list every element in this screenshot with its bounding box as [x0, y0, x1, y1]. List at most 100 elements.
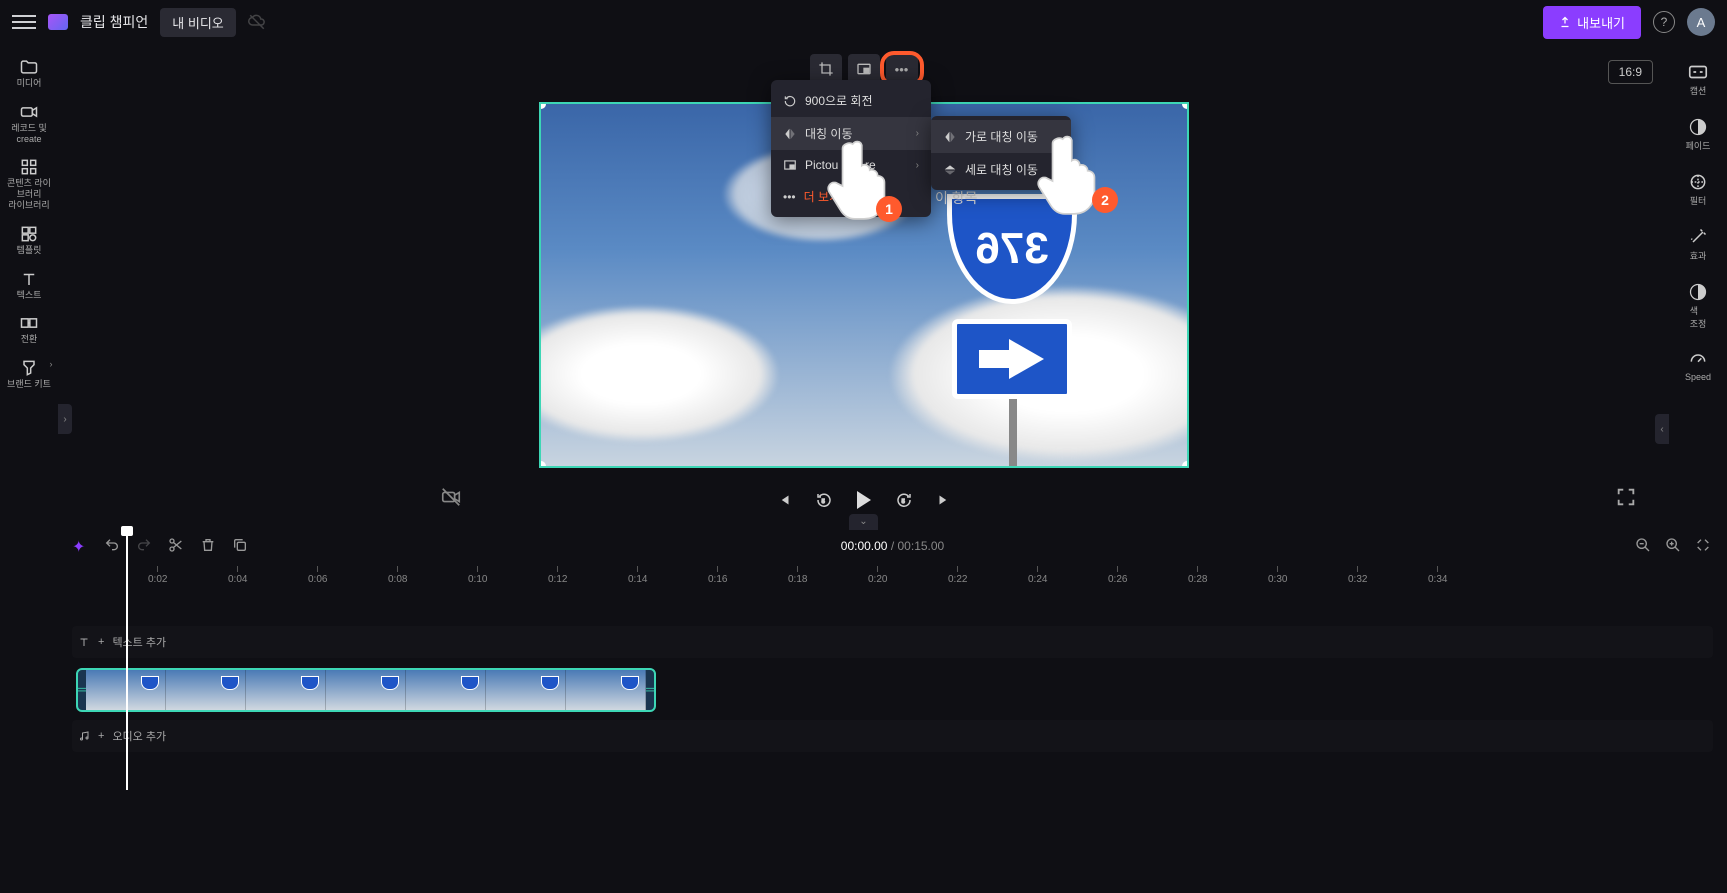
sidebar-item-record[interactable]: 레코드 및 create: [5, 97, 53, 151]
ruler-tick: 0:28: [1188, 566, 1207, 585]
clip-handle-left[interactable]: ||: [78, 687, 86, 692]
app-logo: [48, 14, 68, 30]
ai-sparkle-button[interactable]: ✦: [72, 537, 90, 555]
ruler-tick: 0:16: [708, 566, 727, 585]
flip-vertical-icon: [943, 163, 957, 177]
chevron-right-icon: ›: [916, 128, 919, 139]
clip-thumbnail: [326, 670, 406, 710]
rightbar-item-filter[interactable]: 필터: [1674, 164, 1722, 215]
tutorial-hand-2: 2: [1030, 130, 1100, 215]
selection-handle[interactable]: [539, 461, 546, 468]
library-icon: [18, 158, 40, 176]
redo-button[interactable]: [136, 537, 154, 555]
ruler-tick: 0:02: [148, 566, 167, 585]
clip-thumbnail: [566, 670, 646, 710]
group-label-text: 이 항목: [935, 188, 978, 208]
grid-icon: [18, 225, 40, 243]
wand-icon: [1687, 227, 1709, 247]
folder-icon: [18, 58, 40, 76]
skip-prev-button[interactable]: [773, 489, 795, 511]
my-video-button[interactable]: 내 비디오: [160, 8, 235, 37]
timeline-ruler[interactable]: 0:020:040:060:080:100:120:140:160:180:20…: [58, 562, 1727, 586]
duplicate-button[interactable]: [232, 537, 250, 555]
rightbar-item-fade[interactable]: 페이드: [1674, 109, 1722, 160]
svg-text:5: 5: [901, 499, 904, 505]
aspect-ratio-badge[interactable]: 16:9: [1608, 60, 1653, 84]
filter-icon: [1687, 172, 1709, 192]
split-button[interactable]: [168, 537, 186, 555]
cloud-sync-off-icon: [248, 13, 266, 31]
ruler-tick: 0:08: [388, 566, 407, 585]
ruler-tick: 0:12: [548, 566, 567, 585]
captions-icon: [1687, 62, 1709, 82]
ellipsis-icon: •••: [783, 190, 796, 204]
sidebar-item-text[interactable]: 텍스트: [5, 264, 53, 307]
rightbar-item-effects[interactable]: 효과: [1674, 219, 1722, 270]
ruler-tick: 0:20: [868, 566, 887, 585]
sidebar-item-templates[interactable]: 템플릿: [5, 219, 53, 262]
avatar[interactable]: A: [1687, 8, 1715, 36]
video-clip[interactable]: || ||: [76, 668, 656, 712]
flip-horizontal-icon: [943, 130, 957, 144]
selection-handle[interactable]: [1182, 102, 1189, 109]
ruler-tick: 0:14: [628, 566, 647, 585]
text-track[interactable]: + 텍스트 추가: [72, 626, 1713, 658]
app-title: 클립 챔피언: [80, 12, 148, 32]
text-icon: [18, 270, 40, 288]
play-button[interactable]: [853, 489, 875, 511]
export-button[interactable]: 내보내기: [1543, 6, 1641, 39]
rewind-button[interactable]: 5: [813, 489, 835, 511]
rightbar-item-captions[interactable]: 캡션: [1674, 54, 1722, 105]
text-icon: [78, 636, 90, 648]
delete-button[interactable]: [200, 537, 218, 555]
menu-item-rotate[interactable]: 900으로 회전: [771, 84, 931, 117]
ruler-tick: 0:26: [1108, 566, 1127, 585]
ruler-tick: 0:30: [1268, 566, 1287, 585]
sidebar-item-content-library[interactable]: 콘텐츠 라이브러리 라이브러리: [5, 152, 53, 216]
selection-handle[interactable]: [539, 102, 546, 109]
clip-thumbnail: [406, 670, 486, 710]
arrow-sign: [952, 319, 1072, 399]
forward-button[interactable]: 5: [893, 489, 915, 511]
rightbar-item-color[interactable]: 색 조정: [1674, 274, 1722, 338]
zoom-out-button[interactable]: [1635, 537, 1653, 555]
speedometer-icon: [1687, 350, 1709, 370]
selection-handle[interactable]: [1182, 461, 1189, 468]
svg-text:5: 5: [821, 499, 824, 505]
undo-button[interactable]: [104, 537, 122, 555]
ellipsis-icon: •••: [895, 62, 909, 77]
timeline-timestamp: 00:00.00 / 00:15.00: [841, 539, 944, 553]
transitions-icon: [18, 314, 40, 332]
ruler-tick: 0:06: [308, 566, 327, 585]
audio-track[interactable]: + 오디오 추가: [72, 720, 1713, 752]
ruler-tick: 0:34: [1428, 566, 1447, 585]
brandkit-icon: [18, 359, 40, 377]
music-icon: [78, 730, 90, 742]
zoom-fit-button[interactable]: [1695, 537, 1713, 555]
help-icon[interactable]: ?: [1653, 11, 1675, 33]
ruler-tick: 0:22: [948, 566, 967, 585]
sign-pole: [1009, 394, 1017, 468]
fade-icon: [1687, 117, 1709, 137]
clip-handle-right[interactable]: ||: [646, 687, 654, 692]
skip-next-button[interactable]: [933, 489, 955, 511]
playhead[interactable]: [126, 530, 128, 790]
decorative-cloud: [539, 304, 781, 444]
ruler-tick: 0:10: [468, 566, 487, 585]
rightbar-item-speed[interactable]: Speed: [1674, 342, 1722, 390]
sidebar-item-brandkit[interactable]: 브랜드 키트 ›: [5, 353, 53, 396]
timeline-collapse-button[interactable]: ⌄: [849, 514, 877, 530]
ruler-tick: 0:32: [1348, 566, 1367, 585]
sidebar-item-media[interactable]: 미디어: [5, 52, 53, 95]
tutorial-hand-1: 1: [820, 135, 890, 220]
chevron-right-icon: ›: [50, 359, 53, 370]
sidebar-item-transitions[interactable]: 전환: [5, 308, 53, 351]
zoom-in-button[interactable]: [1665, 537, 1683, 555]
ruler-tick: 0:04: [228, 566, 247, 585]
export-label: 내보내기: [1577, 13, 1625, 32]
clip-thumbnail: [486, 670, 566, 710]
ruler-tick: 0:24: [1028, 566, 1047, 585]
camera-icon: [18, 103, 40, 121]
hamburger-menu[interactable]: [12, 10, 36, 34]
fullscreen-button[interactable]: [1615, 486, 1637, 508]
